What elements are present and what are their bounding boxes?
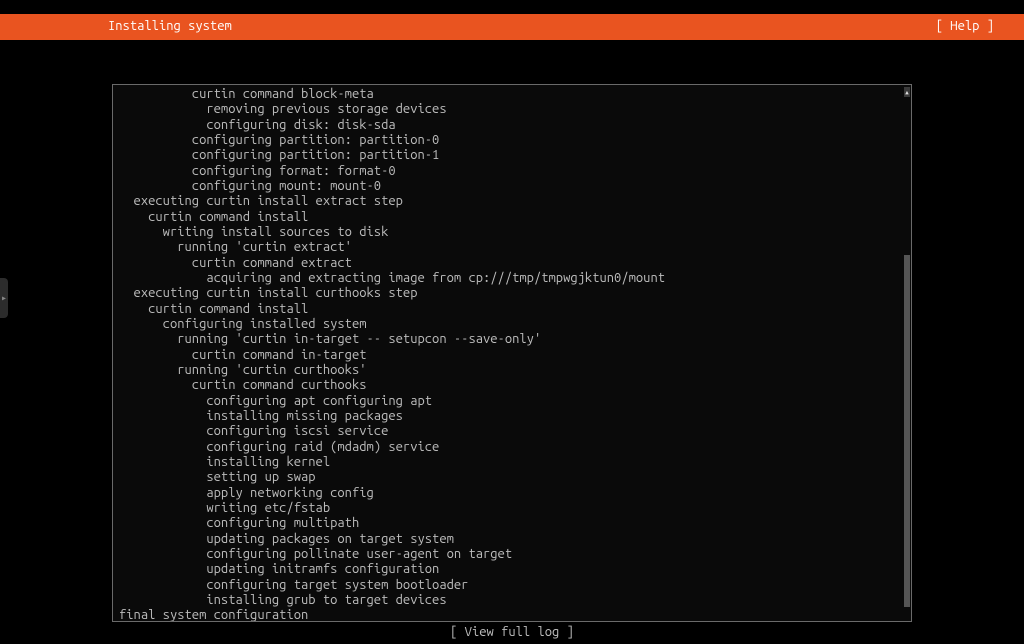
help-button[interactable]: [ Help ] [936,19,994,34]
page-title: Installing system [108,19,232,34]
chevron-right-icon: ▸ [1,292,7,304]
header: Installing system [ Help ] [0,14,1024,40]
scroll-up-arrow-icon[interactable]: ▴ [904,87,910,97]
install-log[interactable]: curtin command block-meta removing previ… [119,87,905,622]
view-full-log-button[interactable]: [ View full log ] [450,625,574,639]
install-log-box: curtin command block-meta removing previ… [112,84,912,622]
footer: [ View full log ] [0,625,1024,640]
side-handle[interactable]: ▸ [0,278,8,318]
scrollbar[interactable]: ▴ [904,87,910,619]
scroll-thumb[interactable] [904,255,910,607]
